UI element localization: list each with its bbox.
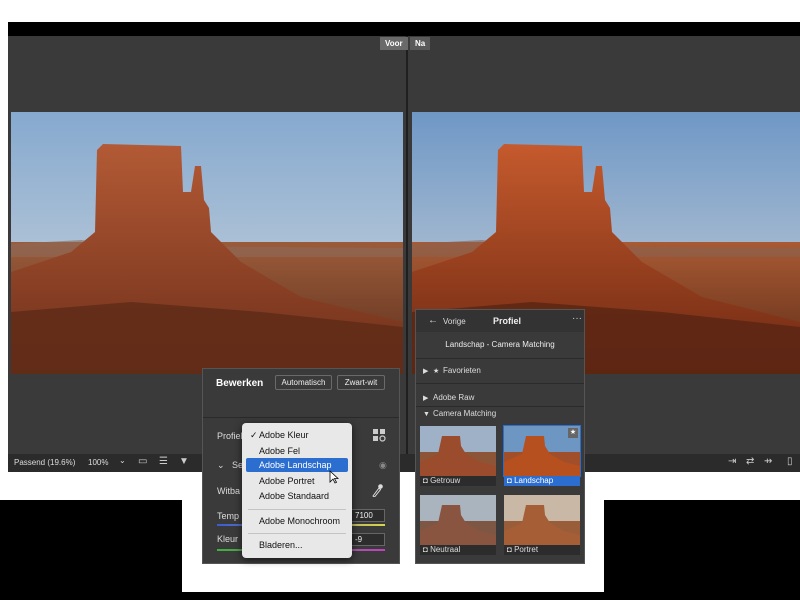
profile-thumbnail-portret[interactable]: ◘ Portret [504, 495, 580, 555]
dropdown-item-adobe-kleur[interactable]: ✓ Adobe Kleur [246, 428, 348, 442]
expand-triangle-icon: ▶ [423, 368, 429, 375]
black-white-button[interactable]: Zwart-wit [337, 375, 385, 390]
back-arrow-icon[interactable]: ← [428, 315, 438, 326]
sort-icon[interactable]: ☰ [159, 457, 168, 467]
mouse-cursor-icon [329, 470, 339, 484]
camera-icon: ◘ [507, 476, 515, 485]
filter-icon[interactable]: ▼ [179, 457, 189, 467]
camera-icon: ◘ [423, 545, 431, 554]
screen-border-left [0, 22, 8, 498]
favorite-star-icon[interactable]: ★ [568, 428, 578, 438]
profile-browser-title: Profiel [493, 316, 522, 326]
current-profile-name: Landschap - Camera Matching [445, 340, 555, 349]
dropdown-item-adobe-standaard[interactable]: Adobe Standaard [246, 489, 348, 503]
compare-toggle-icon[interactable]: ⇸ [764, 457, 772, 467]
profile-thumbnail-getrouw[interactable]: ◘ Getrouw [420, 426, 496, 486]
slideshow-icon[interactable]: ▭ [138, 457, 147, 467]
profile-dropdown-menu: ✓ Adobe Kleur Adobe Fel Adobe Landschap … [242, 423, 352, 558]
copy-settings-icon[interactable]: ⇄ [746, 457, 754, 467]
checkmark-icon: ✓ [250, 430, 258, 440]
profile-browser-panel: ← Vorige Profiel ··· Landschap - Camera … [415, 309, 585, 564]
group-camera-matching[interactable]: ▼ Camera Matching [423, 409, 496, 418]
group-favorites[interactable]: ▶ ★ Favorieten [423, 366, 481, 375]
section-collapse-icon[interactable]: ⌄ [217, 460, 225, 471]
camera-icon: ◘ [423, 476, 431, 485]
zoom-level-button[interactable]: 100% [88, 458, 108, 467]
profile-thumbnail-neutraal[interactable]: ◘ Neutraal [420, 495, 496, 555]
more-options-icon[interactable]: ··· [572, 313, 582, 324]
white-balance-label: Witba [217, 486, 241, 496]
after-label: Na [410, 37, 431, 50]
edit-panel-header: Bewerken Automatisch Zwart-wit [203, 369, 399, 419]
panel-divider [416, 383, 584, 384]
panel-toggle-icon[interactable]: ▯ [787, 457, 793, 467]
swap-before-after-icon[interactable]: ⇥ [728, 457, 736, 467]
eyedropper-icon[interactable] [371, 483, 383, 497]
profile-thumbnail-landschap[interactable]: ★ ◘ Landschap [503, 425, 581, 486]
screen-border-top [0, 0, 800, 22]
panel-divider [416, 406, 584, 407]
profile-label: Profiel [217, 431, 243, 441]
screen-border-bottom [0, 472, 800, 500]
group-adobe-raw[interactable]: ▶ Adobe Raw [423, 393, 474, 402]
profile-browser-header: ← Vorige Profiel ··· [416, 310, 584, 332]
dropdown-item-adobe-monochroom[interactable]: Adobe Monochroom [246, 514, 348, 528]
panel-divider [416, 358, 584, 359]
edit-panel-divider [203, 417, 399, 418]
auto-button[interactable]: Automatisch [275, 375, 332, 390]
zoom-chevron-icon[interactable]: ⌄ [119, 456, 126, 465]
star-icon: ★ [433, 368, 440, 375]
temperature-label: Temp [217, 511, 240, 521]
before-label: Voor [380, 37, 408, 50]
dropdown-item-adobe-fel[interactable]: Adobe Fel [246, 444, 348, 458]
tint-label: Kleur [217, 534, 239, 544]
tint-value-field[interactable]: -9 [351, 533, 385, 546]
dropdown-separator [248, 533, 346, 534]
profile-browser-icon[interactable] [373, 429, 386, 442]
expand-triangle-icon: ▶ [423, 395, 429, 402]
before-photo [11, 112, 403, 374]
collapse-triangle-icon: ▼ [423, 411, 430, 418]
compare-divider[interactable] [406, 36, 408, 454]
visibility-eye-icon[interactable]: ◉ [379, 460, 387, 471]
edit-panel-title: Bewerken [216, 378, 264, 389]
temperature-value-field[interactable]: 7100 [351, 509, 385, 522]
camera-icon: ◘ [507, 545, 515, 554]
dropdown-item-browse[interactable]: Bladeren... [246, 538, 348, 552]
status-bar: Passend (19.6%) 100% ⌄ ▭ ☰ ▼ ⇥ ⇄ ⇸ ▯ [8, 454, 800, 472]
back-button[interactable]: Vorige [443, 317, 466, 326]
fit-zoom-button[interactable]: Passend (19.6%) [14, 458, 75, 467]
dropdown-separator [248, 509, 346, 510]
